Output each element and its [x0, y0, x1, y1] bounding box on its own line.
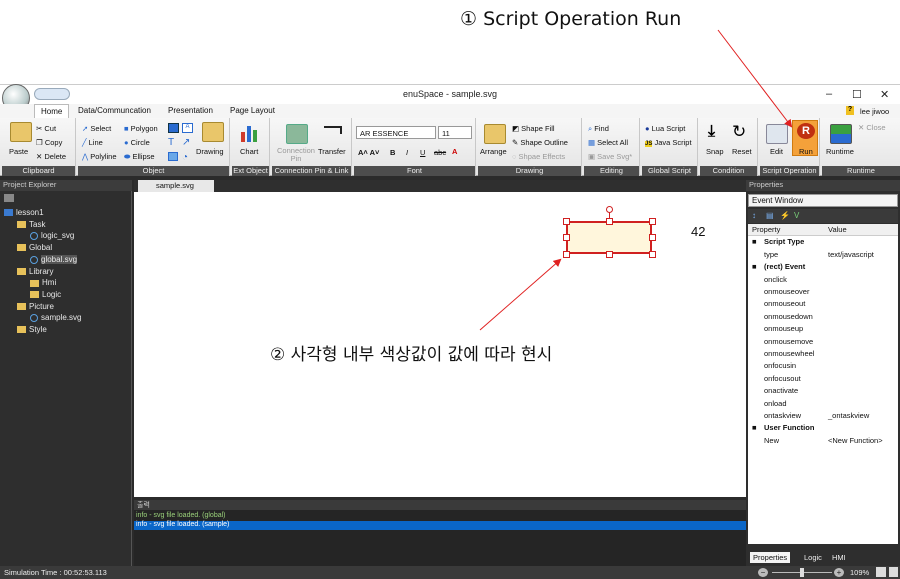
annotation-arrows: [479, 29, 793, 331]
arrow-to-rectangle: [479, 258, 562, 331]
arrow-to-run-button: [717, 29, 793, 128]
